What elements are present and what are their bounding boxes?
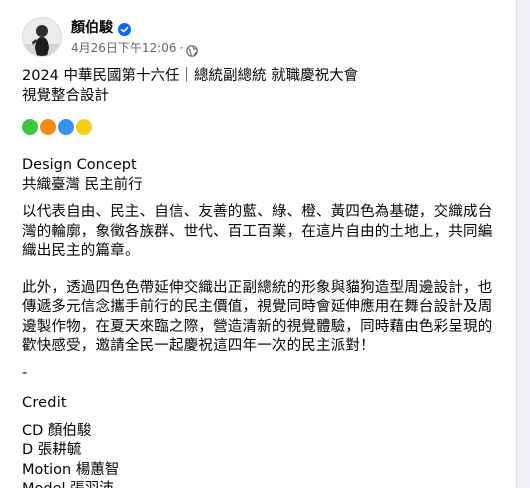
post-header: 顏伯駿 4月26日下午12:06 · [22, 16, 199, 58]
design-concept-block: Design Concept 共織臺灣 民主前行 [22, 156, 500, 195]
credit-item: D 張耕毓 [22, 442, 82, 458]
post-meta: 顏伯駿 4月26日下午12:06 · [71, 18, 199, 57]
post-body: 2024 中華民國第十六任｜總統副總統 就職慶祝大會 視覺整合設計 Design… [22, 64, 500, 488]
orange-circle-emoji [40, 119, 56, 135]
post-time-row: 4月26日下午12:06 · [71, 40, 199, 57]
post-title-block: 2024 中華民國第十六任｜總統副總統 就職慶祝大會 視覺整合設計 [22, 64, 500, 112]
post-card: 顏伯駿 4月26日下午12:06 · 2024 中華民國第十六任｜總統副總統 就… [0, 0, 517, 488]
color-dots-row [22, 118, 500, 136]
concept-heading: Design Concept [22, 157, 137, 173]
concept-subheading: 共織臺灣 民主前行 [22, 176, 143, 193]
post-timestamp[interactable]: 4月26日下午12:06 [71, 40, 177, 56]
globe-icon[interactable] [186, 42, 199, 57]
yellow-circle-emoji [76, 119, 92, 135]
credit-item: Model 張羽沛 [22, 480, 500, 488]
credit-item: Motion 楊蕙智 [22, 461, 120, 478]
author-name[interactable]: 顏伯駿 [71, 19, 113, 37]
credit-heading: Credit [22, 395, 67, 411]
blue-circle-emoji [58, 119, 74, 135]
credit-list: CD 顏伯駿 D 張耕毓 Motion 楊蕙智 Model 張羽沛 [22, 422, 500, 488]
meta-separator: · [179, 41, 184, 55]
green-circle-emoji [22, 119, 38, 135]
verified-badge-icon [118, 21, 131, 36]
description-paragraph-2: 此外，透過四色色帶延伸交織出正副總統的形象與貓狗造型周邊設計，也傳遞多元信念攜手… [22, 279, 493, 355]
post-title-line: 2024 中華民國第十六任｜總統副總統 就職慶祝大會 [22, 68, 359, 84]
avatar-photo [23, 18, 61, 56]
author-row: 顏伯駿 [71, 18, 198, 38]
description-paragraph-1: 以代表自由、民主、自信、友善的藍、綠、橙、黃四色為基礎，交織成台灣的輪廓，象徵各… [22, 204, 493, 259]
author-avatar[interactable] [22, 17, 62, 57]
post-title-line: 視覺整合設計 [22, 87, 109, 104]
section-divider-dash: - [22, 364, 28, 381]
credit-item: CD 顏伯駿 [22, 422, 92, 439]
